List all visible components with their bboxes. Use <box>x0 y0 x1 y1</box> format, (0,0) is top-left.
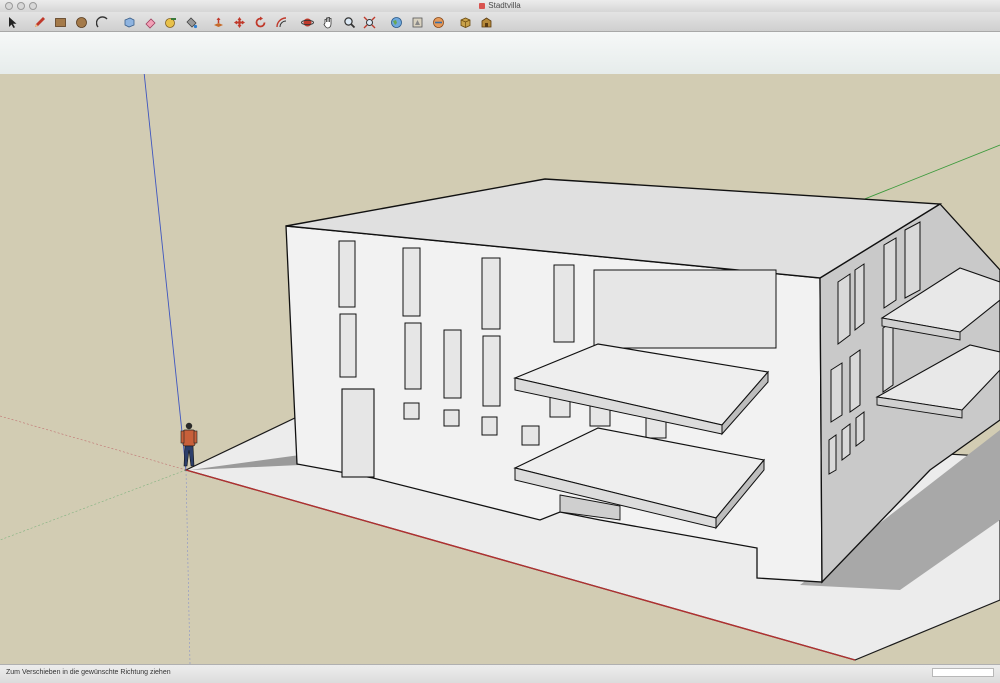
model-viewport[interactable] <box>0 74 1000 664</box>
paint-bucket-tool-button[interactable] <box>184 15 198 29</box>
share-model-tool-button[interactable] <box>410 15 424 29</box>
offset-icon <box>275 16 286 27</box>
pencil-icon <box>34 16 45 27</box>
status-bar: Zum Verschieben in die gewünschte Richtu… <box>0 664 1000 683</box>
share-icon <box>412 17 422 27</box>
blue-axis-hidden <box>185 469 191 664</box>
offset-tool-button[interactable] <box>274 15 288 29</box>
push-pull-icon <box>213 17 223 27</box>
rotate-icon <box>255 16 265 27</box>
push-pull-tool-button[interactable] <box>211 15 225 29</box>
circle-tool-button[interactable] <box>74 15 88 29</box>
eraser-tool-button[interactable] <box>143 15 157 29</box>
status-text: Zum Verschieben in die gewünschte Richtu… <box>6 669 171 676</box>
eraser-icon <box>144 17 156 29</box>
tape-measure-tool-button[interactable] <box>163 15 177 29</box>
arrow-icon <box>8 16 16 28</box>
hand-icon <box>323 16 331 28</box>
share-component-tool-button[interactable] <box>431 15 445 29</box>
extension-warehouse-tool-button[interactable] <box>479 15 493 29</box>
minimize-window-button[interactable] <box>17 2 25 10</box>
rotate-tool-button[interactable] <box>253 15 267 29</box>
person-figure <box>180 422 198 467</box>
tape-measure-icon <box>164 17 176 28</box>
zoom-tool-button[interactable] <box>342 15 356 29</box>
zoom-window-button[interactable] <box>29 2 37 10</box>
pan-tool-button[interactable] <box>321 15 335 29</box>
close-window-button[interactable] <box>5 2 13 10</box>
pencil-tool-button[interactable] <box>32 15 46 29</box>
components-tool-button[interactable] <box>458 15 472 29</box>
rectangle-tool-button[interactable] <box>53 15 67 29</box>
building-scene <box>0 74 1000 664</box>
toolbar <box>0 12 1000 32</box>
globe-icon <box>390 16 402 28</box>
window-title: Stadtvilla <box>488 1 521 10</box>
zoom-extents-tool-button[interactable] <box>362 15 376 29</box>
move-icon <box>233 16 245 28</box>
share-component-icon <box>432 16 444 28</box>
component-icon <box>124 17 134 27</box>
paint-bucket-icon <box>185 16 197 28</box>
green-axis-hidden <box>0 469 187 541</box>
move-tool-button[interactable] <box>232 15 246 29</box>
magnifier-icon <box>343 16 355 28</box>
warehouse-icon <box>481 17 491 27</box>
orbit-tool-button[interactable] <box>300 15 314 29</box>
box-icon <box>460 17 470 28</box>
arc-tool-button[interactable] <box>95 15 109 29</box>
make-component-tool-button[interactable] <box>122 15 136 29</box>
blue-axis-line <box>143 74 187 471</box>
front-door <box>341 388 375 478</box>
sky-background <box>0 32 1000 74</box>
document-icon <box>479 3 486 9</box>
circle-icon <box>75 16 87 28</box>
red-axis-hidden <box>0 415 187 471</box>
get-models-tool-button[interactable] <box>389 15 403 29</box>
rectangle-icon <box>54 17 66 27</box>
measurements-box[interactable] <box>932 668 994 677</box>
zoom-extents-icon <box>363 16 375 28</box>
arc-icon <box>95 15 108 27</box>
orbit-icon <box>300 18 314 26</box>
select-tool-button[interactable] <box>5 15 19 29</box>
